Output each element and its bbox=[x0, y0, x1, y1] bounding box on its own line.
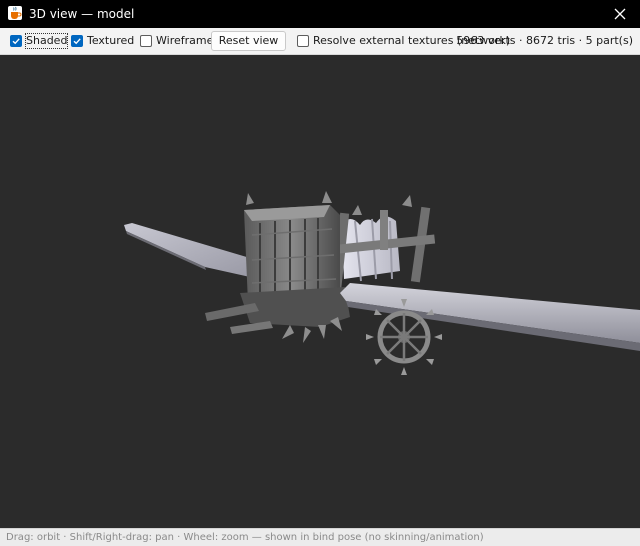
toolbar: Shaded Textured Wireframe Reset view Res… bbox=[0, 28, 640, 55]
checkbox-checked-icon bbox=[71, 35, 83, 47]
checkbox-unchecked-icon bbox=[297, 35, 309, 47]
wireframe-label: Wireframe bbox=[156, 34, 214, 47]
shaded-checkbox[interactable]: Shaded bbox=[10, 33, 69, 49]
wireframe-checkbox[interactable]: Wireframe bbox=[140, 34, 213, 48]
reset-view-button[interactable]: Reset view bbox=[211, 31, 286, 51]
3d-viewport[interactable] bbox=[0, 55, 640, 528]
status-bar: Drag: orbit · Shift/Right-drag: pan · Wh… bbox=[0, 528, 640, 546]
java-cup-icon bbox=[8, 6, 22, 20]
checkbox-unchecked-icon bbox=[140, 35, 152, 47]
textured-label: Textured bbox=[87, 34, 135, 47]
shaded-label: Shaded bbox=[24, 33, 69, 49]
close-icon bbox=[614, 8, 626, 20]
textured-checkbox[interactable]: Textured bbox=[71, 34, 134, 48]
mesh-stats: 5963 verts · 8672 tris · 5 part(s) bbox=[456, 34, 633, 47]
title-bar: 3D view — model bbox=[0, 0, 640, 28]
status-hint: Drag: orbit · Shift/Right-drag: pan · Wh… bbox=[6, 532, 484, 543]
checkbox-checked-icon bbox=[10, 35, 22, 47]
rendered-model bbox=[124, 191, 640, 375]
close-button[interactable] bbox=[608, 3, 632, 25]
window-title: 3D view — model bbox=[29, 7, 135, 21]
